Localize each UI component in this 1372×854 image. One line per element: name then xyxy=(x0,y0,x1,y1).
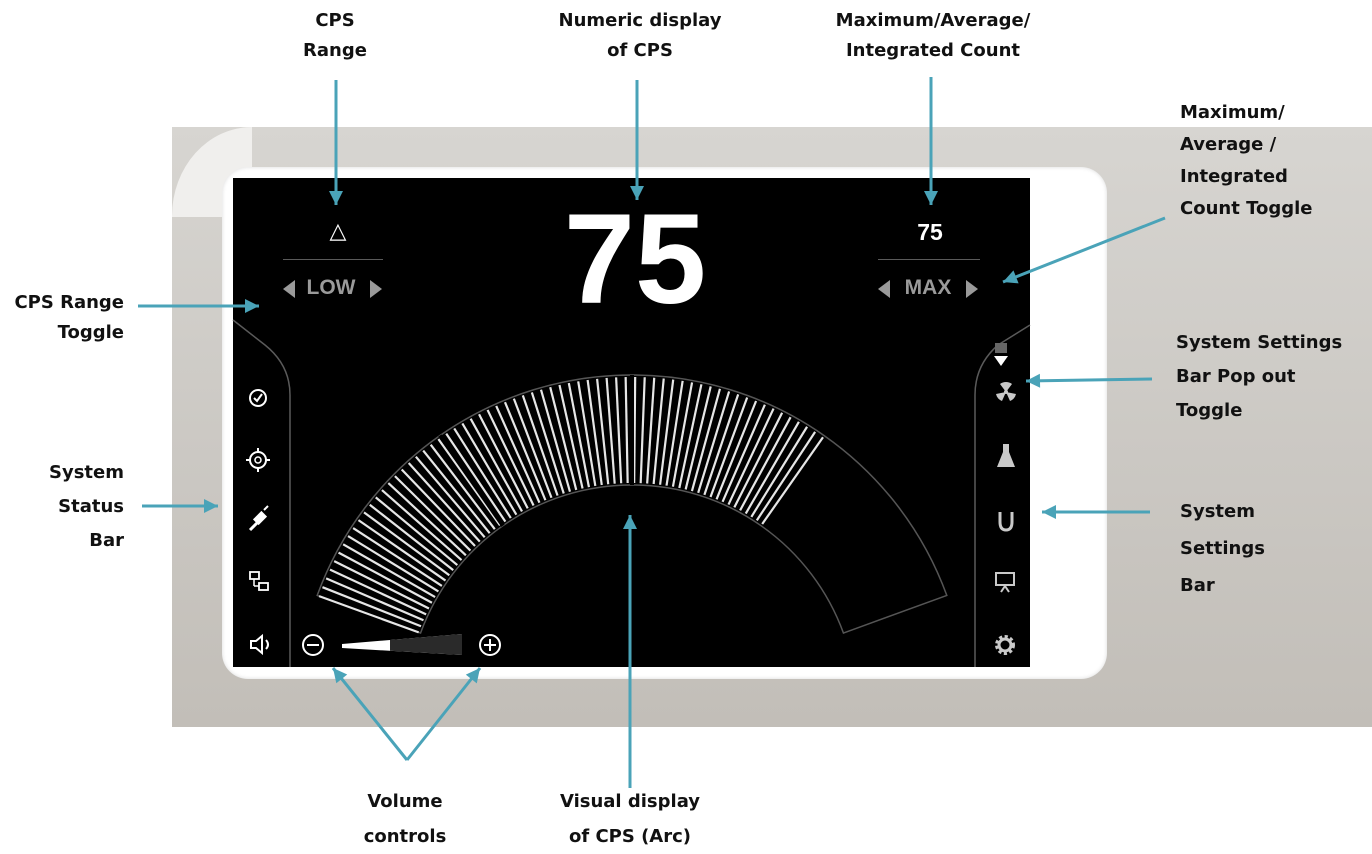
arc-tick xyxy=(512,398,553,499)
callout-line: Range xyxy=(303,40,367,61)
monitor-icon[interactable] xyxy=(995,572,1015,593)
callout-line: Maximum/ xyxy=(1180,102,1285,123)
network-icon[interactable] xyxy=(249,571,269,591)
callout-arrow xyxy=(331,667,409,761)
callout-arrow xyxy=(1002,216,1166,284)
volume-slider-unfilled xyxy=(390,634,462,655)
callout-visual-display: Visual display of CPS (Arc) xyxy=(530,784,730,854)
arc-tick xyxy=(646,377,656,484)
arc-tick xyxy=(381,489,463,561)
callout-line: Settings xyxy=(1180,538,1265,559)
callout-line: CPS Range xyxy=(14,292,124,313)
callout-line: Volume xyxy=(367,791,443,812)
callout-line: of CPS xyxy=(607,40,673,61)
gear-icon[interactable] xyxy=(995,635,1015,655)
callout-status-bar: System Status Bar xyxy=(20,456,124,558)
arc-tick xyxy=(709,397,749,498)
callout-line: of CPS (Arc) xyxy=(568,826,692,847)
callout-line: Toggle xyxy=(1176,400,1243,421)
callout-line: Count Toggle xyxy=(1180,198,1313,219)
callout-arrowhead xyxy=(245,299,259,313)
plug-icon[interactable] xyxy=(248,505,269,532)
radiation-icon[interactable] xyxy=(996,382,1016,401)
callout-line: Visual display xyxy=(559,791,701,812)
callout-line: Numeric display xyxy=(558,10,722,31)
arc-tick xyxy=(318,595,420,634)
callout-line: System Settings xyxy=(1176,332,1343,353)
callout-line: Bar xyxy=(89,530,124,551)
arc-tick xyxy=(639,377,646,484)
check-circle-icon[interactable] xyxy=(249,389,267,407)
callout-line: Bar Pop out xyxy=(1176,366,1296,387)
callout-line: CPS xyxy=(315,10,355,31)
callout-cps-range: CPS Range xyxy=(285,6,385,66)
callout-line: Status xyxy=(58,496,124,517)
callout-arrowhead xyxy=(1042,505,1056,519)
volume-control xyxy=(302,634,501,656)
callout-line: System xyxy=(49,462,124,483)
callout-line: controls xyxy=(363,826,447,847)
arc-tick xyxy=(322,586,422,628)
callout-arrow xyxy=(405,667,482,761)
callout-max-avg-count: Maximum/Average/ Integrated Count xyxy=(808,6,1058,66)
arc-tick xyxy=(387,482,467,557)
callout-cps-range-toggle: CPS Range Toggle xyxy=(0,288,124,348)
callout-line: System xyxy=(1180,501,1255,522)
arc-tick xyxy=(394,475,472,552)
crosshair-icon[interactable] xyxy=(246,448,270,472)
arc-tick xyxy=(615,377,623,484)
cps-arc xyxy=(316,374,948,635)
callout-arrowhead xyxy=(630,186,644,200)
callout-line: Integrated xyxy=(1180,166,1288,187)
arc-tick xyxy=(624,377,629,484)
callout-settings-popout: System Settings Bar Pop out Toggle xyxy=(1176,326,1366,428)
callout-line: Average / xyxy=(1180,134,1277,155)
callout-arrowhead xyxy=(924,191,938,205)
callout-line: Maximum/Average/ xyxy=(835,10,1031,31)
popout-tab-icon[interactable] xyxy=(994,343,1008,366)
callout-settings-bar: System Settings Bar xyxy=(1180,493,1330,604)
callout-line: Toggle xyxy=(57,322,124,343)
callout-line: Integrated Count xyxy=(845,40,1020,61)
flask-icon[interactable] xyxy=(997,444,1015,467)
callout-arrowhead xyxy=(204,499,218,513)
callout-line: Bar xyxy=(1180,575,1215,596)
callout-arrowhead xyxy=(329,191,343,205)
diagram-overlay xyxy=(138,77,1166,788)
callout-arrowhead xyxy=(623,515,637,529)
arc-tick xyxy=(665,380,684,486)
status-bar-outline xyxy=(232,319,291,667)
callout-volume-controls: Volume controls xyxy=(330,784,480,854)
settings-bar-outline xyxy=(974,324,1031,667)
arc-tick xyxy=(605,377,616,484)
speaker-icon[interactable] xyxy=(250,633,269,656)
callout-numeric-display: Numeric display of CPS xyxy=(540,6,740,66)
arc-tick xyxy=(633,377,637,484)
arc-tick xyxy=(521,395,559,496)
callout-max-avg-toggle: Maximum/ Average / Integrated Count Togg… xyxy=(1180,97,1360,225)
magnet-icon[interactable] xyxy=(998,512,1014,532)
callout-arrow xyxy=(1025,377,1153,383)
callout-arrowhead xyxy=(1026,373,1041,388)
arc-tick xyxy=(400,468,476,547)
